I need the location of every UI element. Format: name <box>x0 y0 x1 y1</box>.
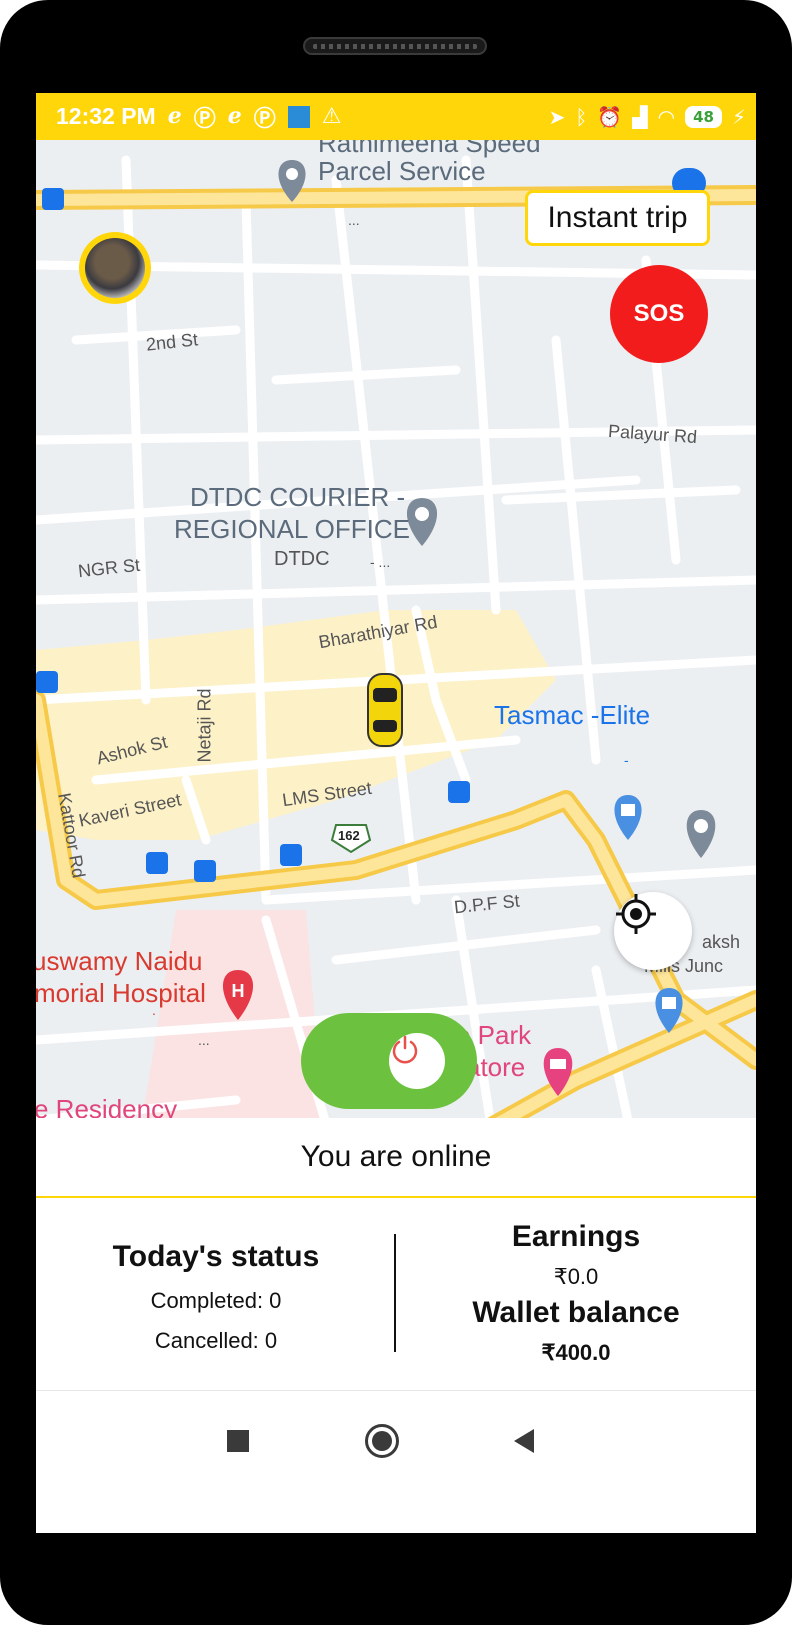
map-label: uswamy Naidu <box>36 946 203 976</box>
map-label: REGIONAL OFFICE <box>174 514 410 544</box>
map-label: Parcel Service <box>318 156 486 186</box>
back-button[interactable] <box>504 1421 544 1461</box>
bluetooth-icon: ᛒ <box>575 104 588 129</box>
status-bar: 12:32 PM ℯ Ⓟ ℯ Ⓟ ⚠ ➤ ᛒ ⏰ ▟ ◠ 48 ⚡ <box>36 93 756 140</box>
wallet-title: Wallet balance <box>472 1296 680 1329</box>
avatar[interactable] <box>79 232 151 304</box>
todays-status-title: Today's status <box>112 1240 320 1273</box>
map-label: ... <box>198 1032 210 1048</box>
car-icon <box>367 673 403 747</box>
phone-speaker <box>303 37 487 55</box>
battery-icon: 48 <box>685 105 722 128</box>
p-icon: Ⓟ <box>253 106 276 132</box>
map-label: Netaji Rd <box>194 688 215 763</box>
earnings-value: ₹0.0 <box>553 1264 599 1289</box>
online-status: You are online <box>36 1118 756 1198</box>
wifi-icon: ◠ <box>657 104 676 129</box>
charging-icon: ⚡ <box>731 104 746 129</box>
place-pin-icon <box>406 498 438 546</box>
sos-button[interactable]: SOS <box>610 265 708 363</box>
map-label: . <box>152 1002 156 1018</box>
map-label: - <box>624 752 629 768</box>
power-icon <box>389 1033 445 1089</box>
map-label: DTDC <box>274 548 330 570</box>
app-screen: 12:32 PM ℯ Ⓟ ℯ Ⓟ ⚠ ➤ ᛒ ⏰ ▟ ◠ 48 ⚡ H Rath… <box>36 93 756 1533</box>
signal-icon: ▟ <box>632 104 648 129</box>
todays-status: Today's status Completed: 0 Cancelled: 0 <box>36 1240 396 1354</box>
earnings-panel: Earnings ₹0.0 Wallet balance ₹400.0 <box>396 1220 756 1366</box>
stats-panel: Today's status Completed: 0 Cancelled: 0… <box>36 1198 756 1391</box>
recents-button[interactable] <box>218 1421 258 1461</box>
map-label: ... <box>348 212 360 228</box>
svg-text:H: H <box>232 981 245 1001</box>
p-icon: Ⓟ <box>193 106 216 132</box>
warning-icon: ⚠ <box>321 104 342 129</box>
circle-icon <box>365 1424 399 1458</box>
completed-count: Completed: 0 <box>150 1288 282 1313</box>
shopping-pin-icon <box>614 795 642 840</box>
map-label: DTDC COURIER - <box>190 482 406 512</box>
crosshair-icon <box>616 894 656 934</box>
instant-trip-button[interactable]: Instant trip <box>525 190 710 246</box>
online-toggle[interactable] <box>301 1013 477 1109</box>
status-time: 12:32 PM <box>56 103 156 129</box>
status-right: ➤ ᛒ ⏰ ▟ ◠ 48 ⚡ <box>549 93 746 140</box>
android-nav-bar <box>36 1391 756 1493</box>
map-label: Tasmac -Elite <box>494 700 651 730</box>
location-icon: ➤ <box>548 104 566 129</box>
map-label: morial Hospital <box>36 978 206 1008</box>
phone-frame: 12:32 PM ℯ Ⓟ ℯ Ⓟ ⚠ ➤ ᛒ ⏰ ▟ ◠ 48 ⚡ H Rath… <box>0 0 792 1625</box>
earnings-title: Earnings <box>511 1220 641 1253</box>
place-pin-icon <box>686 810 716 858</box>
alarm-off-icon: ⏰ <box>597 104 623 129</box>
wallet-value: ₹400.0 <box>541 1340 611 1365</box>
avatar-photo <box>85 238 145 298</box>
home-button[interactable] <box>362 1421 402 1461</box>
e-icon: ℯ <box>167 104 182 129</box>
app-icon <box>287 105 310 128</box>
my-location-button[interactable] <box>614 892 692 970</box>
cancelled-count: Cancelled: 0 <box>154 1328 278 1353</box>
back-triangle-icon <box>514 1429 534 1453</box>
e-icon: ℯ <box>227 104 242 129</box>
route-shield: 162 <box>338 828 360 843</box>
square-icon <box>227 1430 249 1452</box>
map-label: aksh <box>702 932 741 952</box>
map-view[interactable]: H Rathimeena Speed Parcel Service ... 2n… <box>36 140 756 1158</box>
map-label: - ... <box>370 554 391 570</box>
